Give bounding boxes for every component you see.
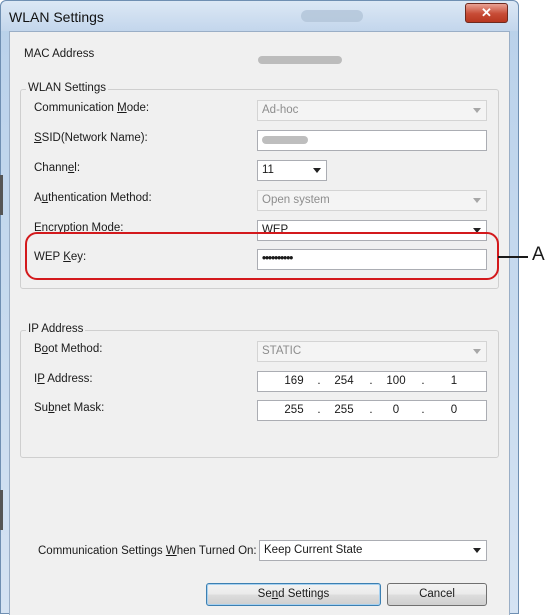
comm-settings-turned-on-label: Communication Settings When Turned On:	[38, 545, 257, 557]
ip-address-label: IP Address:	[34, 373, 93, 385]
window-title: WLAN Settings	[9, 9, 104, 25]
ip-octet[interactable]: 100	[382, 372, 410, 391]
mac-address-label: MAC Address	[24, 48, 95, 60]
ip-octet[interactable]: 1	[440, 372, 468, 391]
chevron-down-icon	[473, 548, 481, 553]
redacted-title-text	[301, 10, 363, 22]
send-settings-button[interactable]: Send Settings	[206, 583, 381, 606]
subnet-mask-label: Subnet Mask:	[34, 402, 105, 414]
channel-select[interactable]: 11	[257, 160, 327, 181]
ip-octet[interactable]: 169	[280, 372, 308, 391]
mac-address-value	[258, 52, 342, 66]
boot-method-select[interactable]: STATIC	[257, 341, 487, 362]
edge-shadow	[0, 175, 3, 215]
subnet-octet[interactable]: 255	[280, 401, 308, 420]
dialog-body: MAC Address WLAN Settings Communication …	[9, 31, 510, 615]
chevron-down-icon	[473, 108, 481, 113]
authentication-method-select[interactable]: Open system	[257, 190, 487, 211]
communication-mode-select[interactable]: Ad-hoc	[257, 100, 487, 121]
comm-settings-turned-on-select[interactable]: Keep Current State	[259, 540, 487, 561]
ip-group-title: IP Address	[26, 323, 86, 335]
subnet-mask-input[interactable]: 255 . 255 . 0 . 0	[257, 400, 487, 421]
edge-shadow	[0, 490, 3, 530]
wlan-group-title: WLAN Settings	[26, 82, 108, 94]
subnet-octet[interactable]: 255	[330, 401, 358, 420]
chevron-down-icon	[473, 198, 481, 203]
chevron-down-icon	[313, 168, 321, 173]
communication-mode-label: Communication Mode:	[34, 102, 150, 114]
callout-leader-line	[498, 256, 528, 258]
channel-label: Channel:	[34, 162, 81, 174]
ip-address-input[interactable]: 169 . 254 . 100 . 1	[257, 371, 487, 392]
ip-octet[interactable]: 254	[330, 372, 358, 391]
close-button[interactable]: ✕	[465, 3, 508, 23]
authentication-method-label: Authentication Method:	[34, 192, 152, 204]
ssid-label: SSID(Network Name):	[34, 132, 148, 144]
chevron-down-icon	[473, 349, 481, 354]
ssid-input[interactable]	[257, 130, 487, 151]
wep-key-callout-outline	[25, 232, 499, 280]
subnet-octet[interactable]: 0	[440, 401, 468, 420]
wlan-settings-window: WLAN Settings ✕ MAC Address WLAN Setting…	[0, 0, 519, 615]
subnet-octet[interactable]: 0	[382, 401, 410, 420]
close-icon: ✕	[481, 5, 492, 20]
cancel-button[interactable]: Cancel	[387, 583, 487, 606]
boot-method-label: Boot Method:	[34, 343, 103, 355]
callout-label: A	[532, 244, 545, 265]
title-bar[interactable]: WLAN Settings ✕	[1, 1, 518, 31]
